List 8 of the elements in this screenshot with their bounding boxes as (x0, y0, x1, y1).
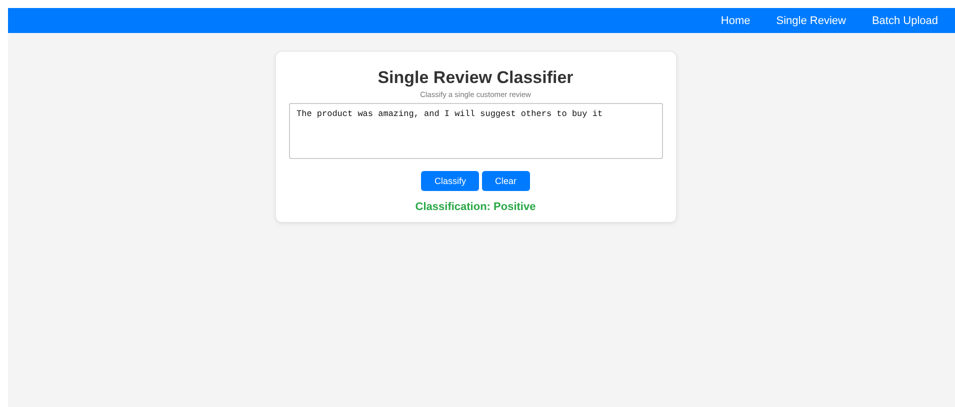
card-title: Single Review Classifier (378, 68, 574, 88)
nav-link[interactable]: Batch Upload (858, 14, 951, 26)
clear-button[interactable]: Clear (482, 171, 530, 191)
nav-link[interactable]: Home (708, 14, 764, 26)
review-input[interactable]: The product was amazing, and I will suggest others to buy it (288, 103, 662, 159)
classify-button[interactable]: Classify (421, 171, 479, 191)
nav-link[interactable]: Single Review (763, 14, 859, 26)
classification-result: Classification: Positive (415, 201, 536, 213)
